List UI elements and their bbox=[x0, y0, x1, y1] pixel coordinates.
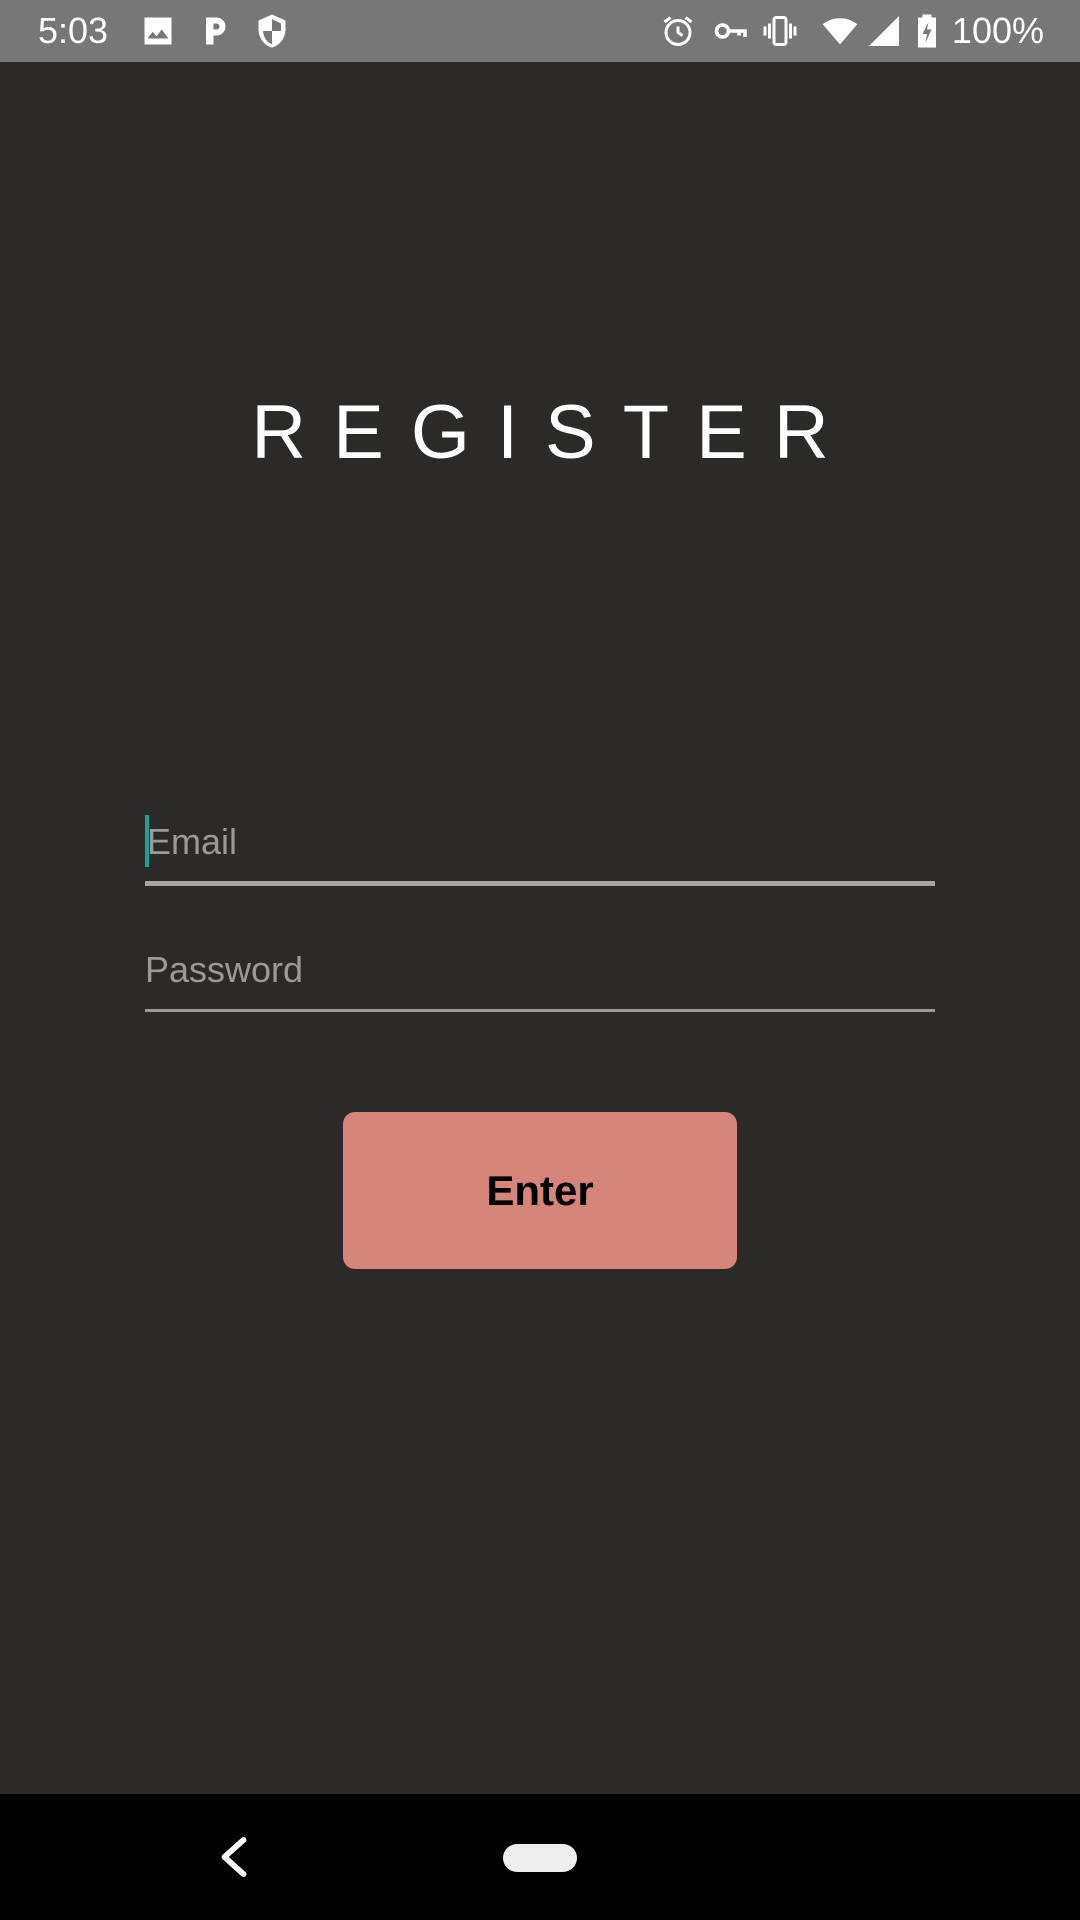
shield-icon bbox=[254, 13, 290, 49]
email-input[interactable] bbox=[145, 812, 935, 872]
email-field[interactable] bbox=[145, 812, 935, 892]
back-icon[interactable] bbox=[214, 1836, 254, 1878]
page-title: REGISTER bbox=[251, 389, 856, 475]
password-input[interactable] bbox=[145, 940, 935, 1000]
wifi-icon bbox=[822, 13, 858, 49]
parking-icon bbox=[197, 13, 233, 49]
cell-signal-icon bbox=[866, 13, 902, 49]
status-time: 5:03 bbox=[38, 10, 109, 51]
alarm-icon bbox=[660, 13, 696, 49]
vpn-key-icon bbox=[712, 13, 748, 49]
password-underline bbox=[145, 1009, 935, 1012]
battery-charging-icon bbox=[914, 13, 940, 49]
status-bar: 5:03 100% bbox=[0, 0, 1080, 62]
navigation-bar bbox=[0, 1794, 1080, 1920]
home-pill-icon[interactable] bbox=[503, 1844, 577, 1872]
password-field[interactable] bbox=[145, 940, 935, 1015]
email-underline bbox=[145, 881, 935, 886]
battery-percentage: 100% bbox=[951, 10, 1044, 51]
text-cursor bbox=[145, 815, 149, 867]
enter-button[interactable]: Enter bbox=[343, 1112, 737, 1269]
image-icon bbox=[140, 13, 176, 49]
vibrate-icon bbox=[762, 13, 798, 49]
